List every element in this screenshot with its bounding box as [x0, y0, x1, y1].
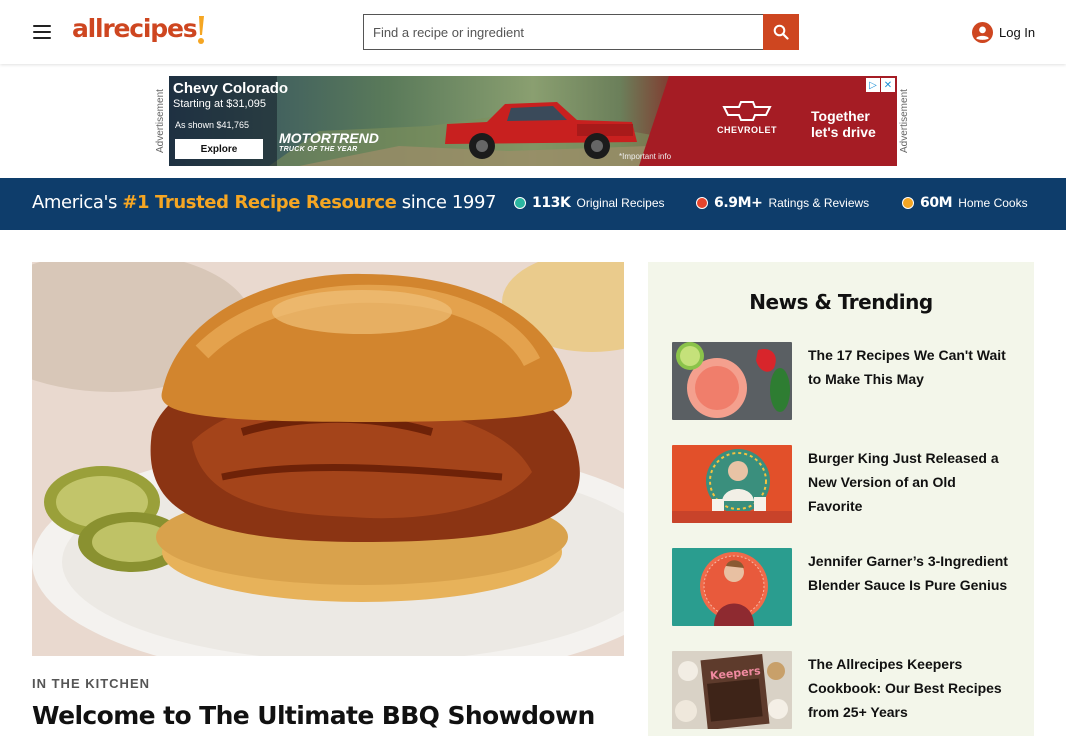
news-item-title[interactable]: Burger King Just Released a New Version …	[808, 446, 1014, 518]
pulled-pork-sandwich-image	[32, 262, 624, 656]
chevrolet-logo: CHEVROLET	[707, 100, 787, 144]
hero-kicker[interactable]: IN THE KITCHEN	[32, 676, 150, 691]
strawberry-drink-image	[672, 342, 792, 420]
ad-shown-price: As shown $41,765	[175, 120, 250, 130]
ad-price: Starting at $31,095	[173, 98, 266, 110]
news-thumb-drink	[672, 342, 792, 420]
jennifer-garner-image	[672, 548, 792, 626]
login-button[interactable]: Log In	[972, 20, 1035, 44]
ad-side-label-right: Advertisement	[899, 89, 910, 153]
search-input[interactable]	[363, 14, 763, 50]
hero-title[interactable]: Welcome to The Ultimate BBQ Showdown	[32, 701, 595, 730]
ad-motortrend-badge: MOTORTREND TRUCK OF THE YEAR	[279, 131, 379, 156]
burger-king-image	[672, 445, 792, 523]
stat-value: 113K	[532, 195, 571, 211]
menu-icon[interactable]	[30, 20, 58, 44]
hero-image-bbq-sandwich[interactable]	[32, 262, 624, 656]
site-header: allrecipes Log In	[0, 0, 1066, 64]
search-button[interactable]	[763, 14, 799, 50]
allrecipes-logo[interactable]: allrecipes	[72, 14, 205, 44]
trust-highlight: #1 Trusted Recipe Resource	[122, 192, 397, 213]
ad-side-label-left: Advertisement	[155, 89, 166, 153]
ad-tagline: Together let's drive	[811, 108, 876, 140]
news-trending-panel: News & Trending The 17 Recipes We Can't …	[648, 262, 1034, 736]
ad-close-icon[interactable]: ✕	[881, 78, 895, 92]
trust-headline: America's #1 Trusted Recipe Resource sin…	[32, 192, 496, 213]
account-icon	[972, 21, 993, 43]
stat-value: 60M	[920, 195, 953, 211]
trust-prefix: America's	[32, 192, 117, 213]
ad-explore-button[interactable]: Explore	[175, 139, 263, 159]
ad-choices[interactable]: ▷ ✕	[866, 78, 895, 92]
news-thumb-jennifer-garner	[672, 548, 792, 626]
news-item-title[interactable]: The Allrecipes Keepers Cookbook: Our Bes…	[808, 652, 1014, 724]
logo-exclamation-icon	[198, 16, 205, 44]
news-trending-title: News & Trending	[749, 290, 933, 314]
adchoices-icon[interactable]: ▷	[866, 78, 880, 92]
ad-tagline-line2: let's drive	[811, 124, 876, 140]
news-item-title[interactable]: Jennifer Garner’s 3-Ingredient Blender S…	[808, 549, 1014, 597]
advertisement-banner[interactable]: Chevy Colorado Starting at $31,095 As sh…	[169, 76, 897, 166]
trust-suffix: since 1997	[401, 192, 497, 213]
chevrolet-bowtie-icon	[722, 101, 772, 121]
trust-bar: America's #1 Trusted Recipe Resource sin…	[0, 178, 1066, 230]
orange-dot-icon	[902, 197, 914, 209]
search-icon	[773, 24, 789, 40]
stat-home-cooks: 60M Home Cooks	[902, 195, 1028, 211]
news-thumb-burger-king	[672, 445, 792, 523]
ad-important-info[interactable]: *Important info	[619, 152, 671, 161]
news-thumb-cookbook: Keepers	[672, 651, 792, 729]
ad-tagline-line1: Together	[811, 108, 870, 124]
news-item-title[interactable]: The 17 Recipes We Can't Wait to Make Thi…	[808, 343, 1014, 391]
stat-label: Ratings & Reviews	[768, 196, 870, 210]
ad-brand: CHEVROLET	[716, 125, 777, 135]
ad-title: Chevy Colorado	[173, 80, 289, 97]
keepers-cookbook-image: Keepers	[672, 651, 792, 729]
teal-dot-icon	[514, 197, 526, 209]
login-label: Log In	[999, 24, 1036, 40]
stat-label: Original Recipes	[576, 196, 665, 210]
red-pickup-truck-image	[445, 102, 637, 159]
stat-original-recipes: 113K Original Recipes	[514, 195, 665, 211]
stat-ratings-reviews: 6.9M+ Ratings & Reviews	[696, 195, 869, 211]
logo-text: allrecipes	[72, 14, 198, 43]
stat-label: Home Cooks	[958, 196, 1028, 210]
stat-value: 6.9M+	[714, 195, 763, 211]
red-dot-icon	[696, 197, 708, 209]
